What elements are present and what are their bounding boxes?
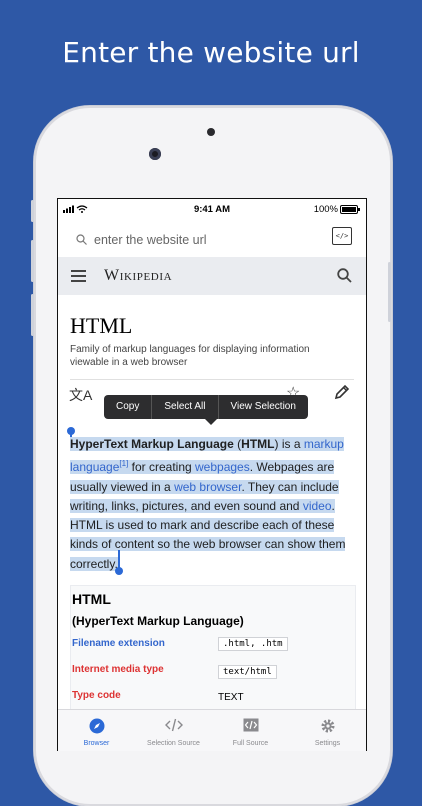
infobox-value-type-code: TEXT bbox=[218, 692, 244, 703]
front-camera bbox=[149, 148, 161, 160]
selection-end-handle[interactable] bbox=[115, 567, 123, 575]
status-bar: 9:41 AM 100% bbox=[58, 199, 366, 219]
view-source-icon[interactable]: </> bbox=[332, 227, 352, 245]
tab-settings-label: Settings bbox=[314, 740, 341, 747]
tab-settings[interactable]: Settings bbox=[289, 710, 366, 751]
search-icon bbox=[76, 232, 87, 250]
tab-selection-source-label: Selection Source bbox=[147, 740, 200, 747]
url-input[interactable] bbox=[92, 228, 336, 252]
tab-full-source[interactable]: Full Source bbox=[212, 710, 289, 751]
phone-screen: 9:41 AM 100% </> Wikipedia HTML Family o… bbox=[57, 198, 367, 751]
earpiece bbox=[207, 128, 215, 136]
selection-end-bar bbox=[118, 550, 120, 568]
tab-browser-label: Browser bbox=[83, 740, 110, 747]
page-description: Family of markup languages for displayin… bbox=[70, 344, 310, 368]
link-video[interactable]: video bbox=[303, 499, 332, 513]
code-document-icon bbox=[243, 718, 259, 734]
selected-text[interactable]: HyperText Markup Language (HTML) is a ma… bbox=[70, 437, 346, 571]
volume-up-button bbox=[31, 240, 34, 282]
context-menu: Copy Select All View Selection bbox=[104, 395, 308, 419]
view-selection-menu-item[interactable]: View Selection bbox=[219, 395, 308, 419]
infobox-title: HTML bbox=[72, 591, 111, 607]
tab-selection-source[interactable]: Selection Source bbox=[135, 710, 212, 751]
infobox-label-type-code[interactable]: Type code bbox=[72, 690, 121, 701]
infobox-label-media-type[interactable]: Internet media type bbox=[72, 664, 164, 675]
divider bbox=[70, 379, 354, 380]
infobox-value-filename-extension: .html, .htm bbox=[218, 637, 288, 651]
code-brackets-icon bbox=[164, 718, 183, 734]
context-menu-pointer bbox=[205, 419, 217, 425]
translate-icon[interactable]: 文A bbox=[69, 385, 92, 405]
gear-icon bbox=[320, 718, 336, 736]
battery-percent: 100% bbox=[313, 204, 338, 215]
wiki-header: Wikipedia bbox=[58, 257, 366, 295]
infobox-value-media-type: text/html bbox=[218, 665, 277, 679]
article-paragraph: HyperText Markup Language (HTML) is a ma… bbox=[70, 435, 356, 574]
volume-down-button bbox=[31, 294, 34, 336]
headline: Enter the website url bbox=[62, 36, 360, 69]
tab-full-source-label: Full Source bbox=[232, 740, 269, 747]
infobox: HTML (HyperText Markup Language) Filenam… bbox=[70, 585, 356, 727]
url-bar: </> bbox=[58, 221, 366, 257]
infobox-subtitle: (HyperText Markup Language) bbox=[72, 614, 244, 628]
power-button bbox=[388, 262, 391, 322]
silent-switch bbox=[31, 200, 34, 222]
select-all-menu-item[interactable]: Select All bbox=[152, 395, 219, 419]
link-webpages[interactable]: webpages bbox=[195, 460, 250, 474]
link-web-browser[interactable]: web browser bbox=[174, 480, 241, 494]
battery-icon bbox=[340, 205, 360, 214]
tab-browser[interactable]: Browser bbox=[58, 710, 135, 751]
tab-bar: Browser Selection Source Full Source Set… bbox=[58, 709, 366, 751]
copy-menu-item[interactable]: Copy bbox=[104, 395, 153, 419]
wikipedia-logo[interactable]: Wikipedia bbox=[104, 267, 172, 285]
compass-icon bbox=[89, 718, 105, 736]
reference-link[interactable]: [1] bbox=[119, 459, 128, 468]
menu-icon[interactable] bbox=[71, 270, 86, 282]
infobox-label-filename-extension[interactable]: Filename extension bbox=[72, 638, 165, 649]
page-title: HTML bbox=[70, 313, 133, 338]
edit-pencil-icon[interactable] bbox=[334, 384, 350, 405]
wiki-search-icon[interactable] bbox=[337, 268, 352, 288]
